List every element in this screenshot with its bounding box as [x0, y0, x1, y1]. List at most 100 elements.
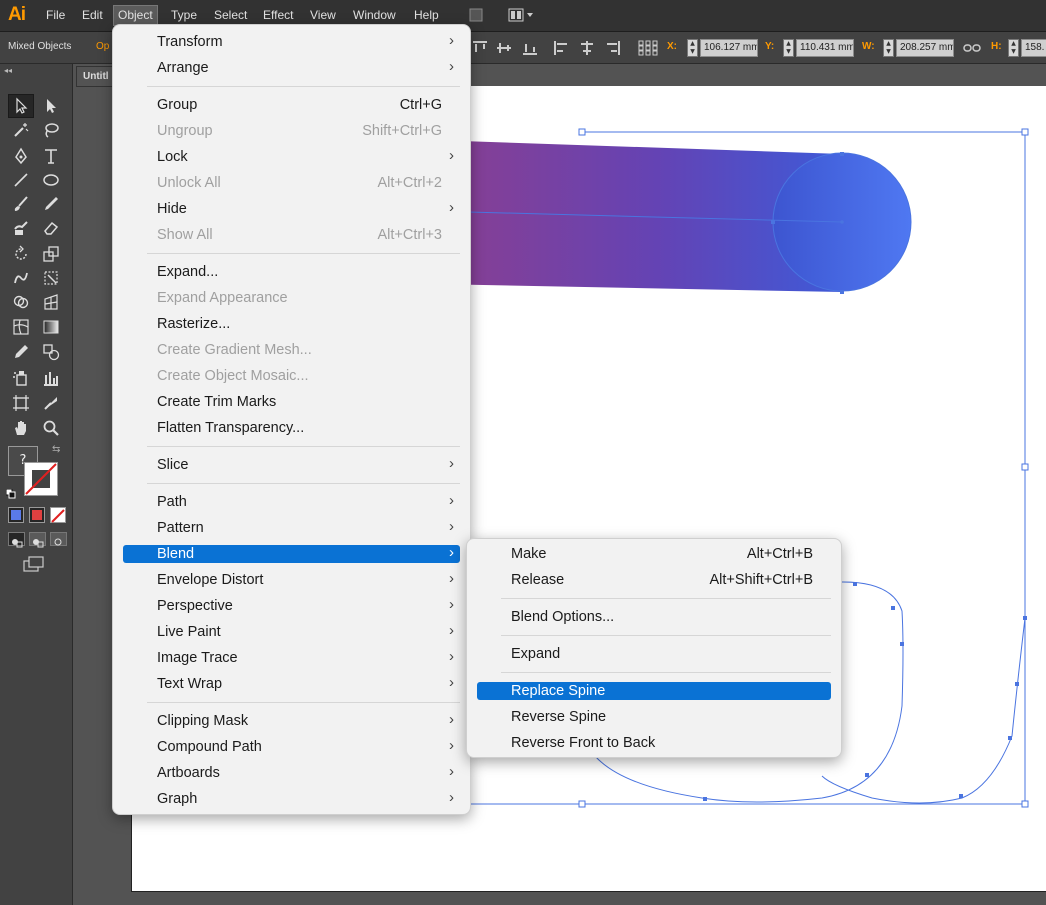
blob-brush-tool-icon[interactable]: [8, 216, 34, 240]
menu-item-text-wrap[interactable]: Text Wrap ›: [123, 674, 460, 693]
menu-edit[interactable]: Edit: [78, 6, 107, 25]
color-mode-gradient-button[interactable]: [29, 507, 45, 523]
pencil-tool-icon[interactable]: [38, 192, 64, 216]
constrain-proportions-icon[interactable]: [963, 40, 981, 56]
arrange-documents-icon[interactable]: [508, 7, 536, 23]
distribute-left-icon[interactable]: [553, 40, 569, 56]
menu-item-create-trim-marks[interactable]: Create Trim Marks: [123, 393, 460, 411]
x-stepper[interactable]: ▲ ▼: [687, 39, 698, 57]
h-stepper[interactable]: ▲ ▼: [1008, 39, 1019, 57]
menu-effect[interactable]: Effect: [259, 6, 297, 25]
menu-item-expand[interactable]: Expand...: [123, 263, 460, 281]
menu-item-clipping-mask[interactable]: Clipping Mask ›: [123, 711, 460, 730]
pen-tool-icon[interactable]: [8, 144, 34, 168]
menu-file[interactable]: File: [42, 6, 69, 25]
menu-window[interactable]: Window: [349, 6, 400, 25]
symbol-sprayer-tool-icon[interactable]: [8, 366, 34, 390]
menu-item-live-paint[interactable]: Live Paint ›: [123, 622, 460, 641]
selection-tool-icon[interactable]: [8, 94, 34, 118]
menu-item-pattern[interactable]: Pattern ›: [123, 518, 460, 537]
submenu-item-make[interactable]: Make Alt+Ctrl+B: [477, 545, 831, 563]
submenu-item-expand[interactable]: Expand: [477, 645, 831, 663]
menu-view[interactable]: View: [306, 6, 340, 25]
bbox-handle-bottom-center[interactable]: [578, 800, 586, 808]
color-mode-color-button[interactable]: [8, 507, 24, 523]
artboard-tool-icon[interactable]: [8, 391, 34, 415]
distribute-right-icon[interactable]: [605, 40, 621, 56]
lasso-tool-icon[interactable]: [38, 118, 64, 142]
y-stepper[interactable]: ▲ ▼: [783, 39, 794, 57]
reference-point-icon[interactable]: [638, 40, 658, 56]
eyedropper-tool-icon[interactable]: [8, 340, 34, 364]
menu-object[interactable]: Object: [113, 5, 158, 26]
menu-item-artboards[interactable]: Artboards ›: [123, 763, 460, 782]
slice-tool-icon[interactable]: [38, 391, 64, 415]
menu-item-arrange[interactable]: Arrange ›: [123, 58, 460, 77]
swap-fill-stroke-icon[interactable]: ⇆: [52, 444, 60, 455]
menu-item-transform[interactable]: Transform ›: [123, 32, 460, 51]
menu-item-perspective[interactable]: Perspective ›: [123, 596, 460, 615]
distribute-center-icon[interactable]: [579, 40, 595, 56]
replacement-spine-path-outer[interactable]: [821, 617, 1026, 804]
shape-builder-tool-icon[interactable]: [8, 290, 34, 314]
opacity-label[interactable]: Op: [96, 41, 109, 52]
blend-tool-icon[interactable]: [38, 340, 64, 364]
hand-tool-icon[interactable]: [8, 416, 34, 440]
draw-inside-icon[interactable]: [50, 532, 67, 546]
menu-item-blend[interactable]: Blend ›: [123, 544, 460, 563]
default-fill-stroke-icon[interactable]: [5, 484, 16, 499]
menu-item-group[interactable]: Group Ctrl+G: [123, 96, 460, 114]
menu-help[interactable]: Help: [410, 6, 443, 25]
menu-item-rasterize[interactable]: Rasterize...: [123, 315, 460, 333]
submenu-item-release[interactable]: Release Alt+Shift+Ctrl+B: [477, 571, 831, 589]
draw-behind-icon[interactable]: [29, 532, 46, 548]
mesh-tool-icon[interactable]: [8, 315, 34, 339]
h-field[interactable]: 158.: [1021, 39, 1046, 57]
perspective-grid-tool-icon[interactable]: [38, 290, 64, 314]
bbox-handle-top-right[interactable]: [1021, 128, 1029, 136]
bbox-handle-top-center[interactable]: [578, 128, 586, 136]
fill-stroke-widget[interactable]: ? ⇆: [5, 444, 64, 499]
stroke-swatch[interactable]: [24, 462, 58, 496]
warp-tool-icon[interactable]: [8, 266, 34, 290]
submenu-item-reverse-spine[interactable]: Reverse Spine: [477, 708, 831, 726]
y-field[interactable]: 110.431 mm: [796, 39, 854, 57]
menu-item-compound-path[interactable]: Compound Path ›: [123, 737, 460, 756]
gradient-tool-icon[interactable]: [38, 315, 64, 339]
submenu-item-replace-spine[interactable]: Replace Spine: [477, 682, 831, 700]
eraser-tool-icon[interactable]: [38, 216, 64, 240]
submenu-item-reverse-front-to-back[interactable]: Reverse Front to Back: [477, 734, 831, 752]
menu-item-flatten-transparency[interactable]: Flatten Transparency...: [123, 419, 460, 437]
line-segment-tool-icon[interactable]: [8, 168, 34, 192]
scale-tool-icon[interactable]: [38, 242, 64, 266]
menu-item-graph[interactable]: Graph ›: [123, 789, 460, 808]
column-graph-tool-icon[interactable]: [38, 366, 64, 390]
menu-select[interactable]: Select: [210, 6, 251, 25]
submenu-item-blend-options[interactable]: Blend Options...: [477, 608, 831, 626]
menu-type[interactable]: Type: [167, 6, 201, 25]
free-transform-tool-icon[interactable]: [38, 266, 64, 290]
align-vertical-center-icon[interactable]: [496, 40, 512, 56]
w-field[interactable]: 208.257 mm: [896, 39, 954, 57]
magic-wand-tool-icon[interactable]: [8, 118, 34, 142]
x-field[interactable]: 106.127 mm: [700, 39, 758, 57]
align-top-icon[interactable]: [472, 40, 488, 56]
bbox-handle-bottom-right[interactable]: [1021, 800, 1029, 808]
menu-item-lock[interactable]: Lock ›: [123, 147, 460, 166]
screen-mode-icon[interactable]: [22, 555, 46, 573]
zoom-tool-icon[interactable]: [38, 416, 64, 440]
color-mode-none-button[interactable]: [50, 507, 66, 523]
bbox-handle-middle-right[interactable]: [1021, 463, 1029, 471]
menu-item-image-trace[interactable]: Image Trace ›: [123, 648, 460, 667]
paintbrush-tool-icon[interactable]: [8, 192, 34, 216]
type-tool-icon[interactable]: [38, 144, 64, 168]
ellipse-tool-icon[interactable]: [38, 168, 64, 192]
menu-item-hide[interactable]: Hide ›: [123, 199, 460, 218]
align-bottom-icon[interactable]: [522, 40, 538, 56]
menu-item-envelope-distort[interactable]: Envelope Distort ›: [123, 570, 460, 589]
menu-item-slice[interactable]: Slice ›: [123, 455, 460, 474]
draw-normal-icon[interactable]: [8, 532, 25, 548]
rotate-tool-icon[interactable]: [8, 242, 34, 266]
direct-selection-tool-icon[interactable]: [38, 94, 64, 118]
bridge-icon[interactable]: [468, 7, 484, 23]
